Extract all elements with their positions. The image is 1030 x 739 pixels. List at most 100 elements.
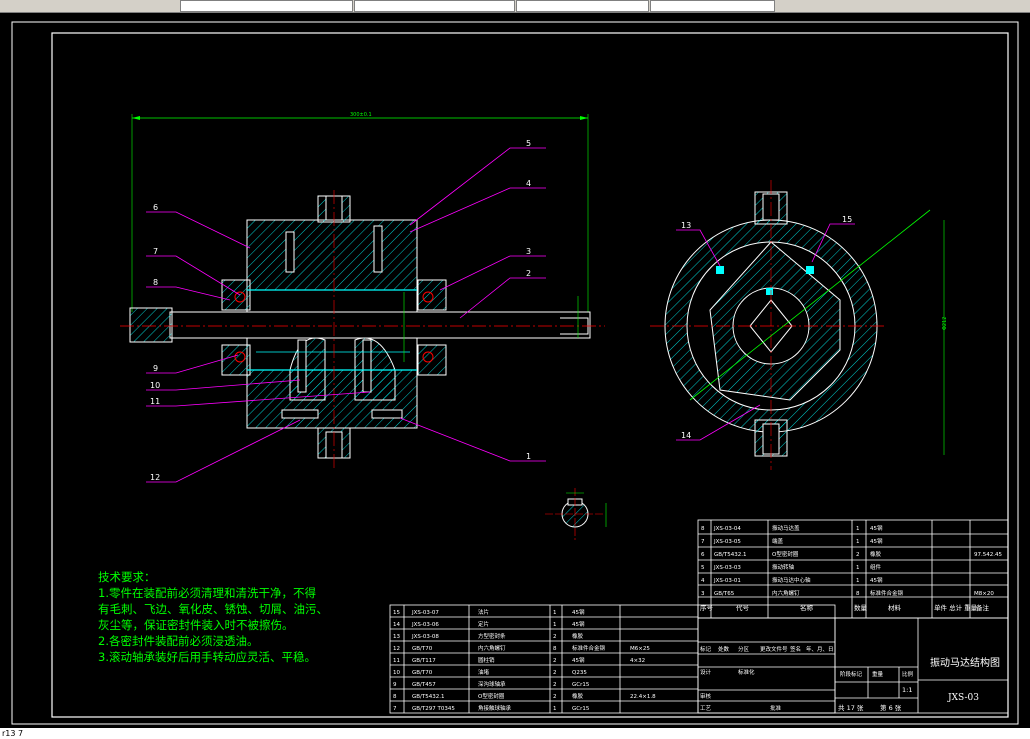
table-cell: 标准件合金钢 xyxy=(572,644,606,652)
drawing-title: 振动马达结构图 xyxy=(930,656,1000,669)
table-cell: GB/T297 T0345 xyxy=(412,706,455,712)
table-cell: O型密封圈 xyxy=(772,550,799,558)
table-cell: GB/T70 xyxy=(412,670,433,676)
table-cell: 油堵 xyxy=(478,668,490,676)
table-cell: 5 xyxy=(701,565,705,571)
svg-text:6: 6 xyxy=(153,203,158,212)
bom-lower-rows: 15 JXS-03-07 法片 1 45钢 14 JXS-03-06 定片 1 45钢 13 JXS-… xyxy=(393,608,656,712)
table-cell: M8×20 xyxy=(974,591,994,597)
svg-text:2: 2 xyxy=(526,269,531,278)
table-cell: 批准 xyxy=(770,704,782,712)
table-cell: 2 xyxy=(553,634,557,640)
table-cell: 处数 xyxy=(718,645,730,653)
table-cell: GB/T65 xyxy=(714,591,735,597)
table-cell: 振动马达中心轴 xyxy=(772,576,811,584)
tech-line: 有毛刺、飞边、氧化皮、锈蚀、切屑、油污、 xyxy=(98,602,328,616)
tech-line: 灰尘等，保证密封件装入时不被擦伤。 xyxy=(98,618,294,632)
table-cell: JXS-03-04 xyxy=(713,526,741,532)
table-cell: 8 xyxy=(701,526,705,532)
tech-line: 3.滚动轴承装好后用手转动应灵活、平稳。 xyxy=(98,650,316,664)
table-cell: 1 xyxy=(553,610,557,616)
table-cell: 法片 xyxy=(478,608,489,616)
table-cell: 备注 xyxy=(976,603,990,612)
table-cell: 更改文件号 xyxy=(760,645,788,653)
table-cell: 比例 xyxy=(902,670,914,678)
table-cell: JXS-03-05 xyxy=(713,539,741,545)
linetype-dropdown[interactable] xyxy=(354,0,515,12)
table-cell: 2 xyxy=(553,694,557,700)
table-cell: 序号 xyxy=(700,603,714,612)
table-cell: 7 xyxy=(701,539,705,545)
table-cell: 振动马达盖 xyxy=(772,524,800,532)
toolbar-icons[interactable] xyxy=(128,0,179,10)
shaft-section-detail xyxy=(545,488,607,540)
svg-text:4: 4 xyxy=(526,179,531,188)
svg-text:13: 13 xyxy=(681,221,691,230)
table-cell: 22.4×1.8 xyxy=(630,694,656,700)
table-cell: 4×32 xyxy=(630,658,645,664)
side-view: Φ212 xyxy=(650,180,948,470)
table-cell: 阶段标记 xyxy=(840,670,863,678)
table-cell: 10 xyxy=(393,670,400,676)
svg-text:Φ212: Φ212 xyxy=(942,317,948,330)
table-cell: 深沟球轴承 xyxy=(478,680,506,688)
table-cell: 定片 xyxy=(478,620,489,628)
sheet-number: 第 6 张 xyxy=(880,703,902,712)
bom-upper-rows: 8 JXS-03-04 振动马达盖 1 45钢 7 JXS-03-05 端盖 1 45钢 6 GB/T… xyxy=(700,524,1002,612)
table-cell: 1 xyxy=(553,622,557,628)
svg-text:1: 1 xyxy=(526,452,531,461)
svg-text:10: 10 xyxy=(150,381,160,390)
table-cell: JXS-03-06 xyxy=(411,622,439,628)
title-block-labels: 标记 处数 分区 更改文件号 签名 年、月、日设计 标准化 阶段标记 重量 比例审核工艺 批准 xyxy=(700,645,914,712)
svg-text:11: 11 xyxy=(150,397,160,406)
svg-text:14: 14 xyxy=(681,431,691,440)
table-cell: 2 xyxy=(856,552,860,558)
table-cell: JXS-03-03 xyxy=(713,565,741,571)
table-cell: JXS-03-07 xyxy=(411,610,439,616)
lineweight-dropdown[interactable] xyxy=(516,0,649,12)
drawing-number: JXS-03 xyxy=(947,693,979,703)
layer-dropdown[interactable] xyxy=(180,0,353,12)
table-cell: GB/T117 xyxy=(412,658,436,664)
drawing-scale: 1:1 xyxy=(902,686,912,694)
svg-text:12: 12 xyxy=(150,473,160,482)
technical-requirements: 技术要求： 1.零件在装配前必须清理和清洗干净，不得 有毛刺、飞边、氧化皮、锈蚀… xyxy=(98,569,328,665)
table-cell: 标记 xyxy=(700,645,712,653)
table-cell: 数量 xyxy=(854,603,868,612)
table-cell: 11 xyxy=(393,658,400,664)
table-cell: 组件 xyxy=(870,563,882,571)
table-cell: 标准件合金钢 xyxy=(870,589,904,597)
table-cell: 9 xyxy=(393,682,397,688)
cad-toolbar xyxy=(0,0,1030,13)
toolbar-tail[interactable] xyxy=(776,0,979,10)
table-cell: 45钢 xyxy=(870,524,883,532)
table-cell: 45钢 xyxy=(572,656,585,664)
sheet-count: 共 17 张 xyxy=(838,703,864,712)
table-cell: 设计 xyxy=(700,668,712,676)
table-cell: 2 xyxy=(553,658,557,664)
table-cell: 45钢 xyxy=(572,608,585,616)
table-cell: 8 xyxy=(393,694,397,700)
svg-text:15: 15 xyxy=(842,215,852,224)
table-cell: 4 xyxy=(701,578,705,584)
svg-text:300±0.1: 300±0.1 xyxy=(350,112,372,118)
table-cell: 8 xyxy=(856,591,860,597)
plotstyle-dropdown[interactable] xyxy=(650,0,775,12)
table-cell: 橡胶 xyxy=(870,550,882,558)
table-cell: 角接触球轴承 xyxy=(478,704,512,712)
svg-text:7: 7 xyxy=(153,247,158,256)
table-cell: 7 xyxy=(393,706,397,712)
table-cell: 圆柱销 xyxy=(478,656,495,664)
table-cell: 12 xyxy=(393,646,400,652)
table-cell: O型密封圈 xyxy=(478,692,505,700)
table-cell: GB/T5432.1 xyxy=(714,552,747,558)
table-cell: 8 xyxy=(553,646,557,652)
table-cell: 端盖 xyxy=(772,537,784,545)
table-cell: 45钢 xyxy=(870,537,883,545)
table-cell: GB/T5432.1 xyxy=(412,694,445,700)
table-cell: 橡胶 xyxy=(572,692,584,700)
svg-text:5: 5 xyxy=(526,139,531,148)
table-cell: 15 xyxy=(393,610,400,616)
table-cell: GCr15 xyxy=(572,682,590,688)
table-cell: GB/T457 xyxy=(412,682,436,688)
